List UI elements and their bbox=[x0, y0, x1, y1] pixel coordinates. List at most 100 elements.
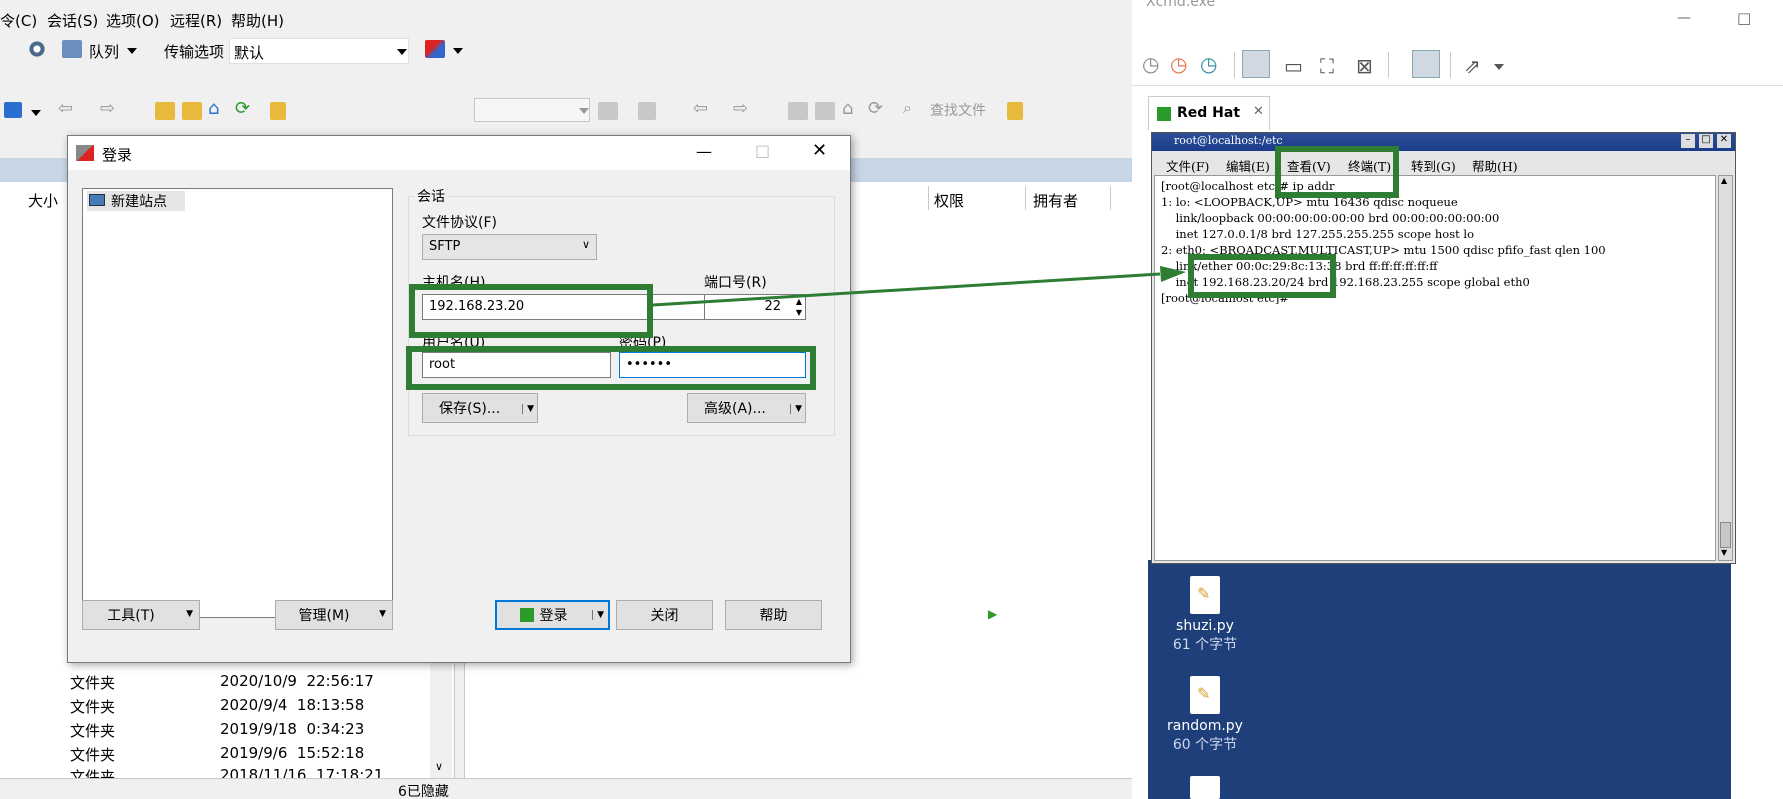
parent-dir-icon[interactable] bbox=[155, 102, 175, 120]
help-button[interactable]: 帮助 bbox=[725, 600, 822, 630]
vm-icon bbox=[1157, 107, 1171, 121]
site-tree-item-new[interactable]: 新建站点 bbox=[87, 191, 185, 211]
owner-column-header[interactable]: 拥有者 bbox=[1033, 190, 1078, 211]
back-icon[interactable]: ⇦ bbox=[58, 98, 73, 119]
table-row[interactable]: 文件夹 2018/11/16 17:18:21 bbox=[0, 766, 430, 778]
menu-help[interactable]: 帮助(H) bbox=[231, 10, 284, 31]
chevron-down-icon[interactable] bbox=[453, 48, 463, 54]
refresh-icon[interactable]: ⟳ bbox=[235, 98, 250, 119]
tree-icon[interactable] bbox=[270, 102, 286, 120]
remote-home-icon[interactable]: ⌂ bbox=[842, 98, 853, 119]
vm-minimize-icon[interactable]: — bbox=[1677, 10, 1691, 26]
remote-tree-icon[interactable] bbox=[1007, 102, 1023, 120]
terminal-menu-file[interactable]: 文件(F) bbox=[1166, 156, 1209, 175]
console-icon[interactable] bbox=[1412, 50, 1440, 78]
snapshot-icon[interactable]: ◷ bbox=[1142, 52, 1159, 76]
terminal-scrollbar[interactable]: ▲ ▼ bbox=[1718, 175, 1733, 561]
save-button[interactable]: 保存(S)... ▼ bbox=[422, 393, 538, 423]
column-divider bbox=[928, 186, 929, 210]
remote-filter-icon[interactable] bbox=[638, 102, 656, 120]
queue-label[interactable]: 队列 bbox=[89, 41, 119, 62]
port-stepper[interactable]: 22 ▲ ▼ bbox=[704, 294, 806, 320]
terminal-menu-help[interactable]: 帮助(H) bbox=[1472, 156, 1518, 175]
stretch-icon[interactable]: ⇗ bbox=[1464, 54, 1481, 78]
queue-dropdown-icon[interactable] bbox=[127, 48, 137, 54]
table-row[interactable]: 文件夹 2020/9/4 18:13:58 bbox=[0, 694, 430, 718]
menu-command[interactable]: 令(C) bbox=[0, 10, 37, 31]
hidden-count: 6已隐藏 bbox=[398, 784, 449, 799]
close-button-label: 关闭 bbox=[650, 608, 679, 624]
find-files-label[interactable]: 查找文件 bbox=[930, 100, 986, 120]
remote-forward-icon[interactable]: ⇨ bbox=[733, 98, 748, 119]
column-divider bbox=[1025, 186, 1026, 210]
menu-session[interactable]: 会话(S) bbox=[47, 10, 98, 31]
sync-browse-icon[interactable] bbox=[425, 40, 445, 58]
file-type: 文件夹 bbox=[70, 768, 116, 778]
forward-icon[interactable]: ⇨ bbox=[100, 98, 115, 119]
manage-snapshot-icon[interactable]: ◷ bbox=[1200, 52, 1217, 76]
spin-arrows-icon[interactable]: ▲ ▼ bbox=[796, 296, 802, 318]
transfer-preset-select[interactable]: 默认 bbox=[229, 38, 409, 64]
terminal-max-icon[interactable]: □ bbox=[1699, 134, 1713, 148]
unity-icon[interactable]: ⊠ bbox=[1356, 54, 1373, 78]
home-icon[interactable]: ⌂ bbox=[208, 98, 219, 119]
scroll-up-icon[interactable]: ▲ bbox=[1721, 176, 1727, 185]
table-row[interactable]: 文件夹 2019/9/18 0:34:23 bbox=[0, 718, 430, 742]
file-date: 2020/10/9 22:56:17 bbox=[220, 672, 374, 690]
vm-maximize-icon[interactable]: □ bbox=[1737, 9, 1751, 27]
remote-refresh-icon[interactable]: ⟳ bbox=[868, 98, 883, 119]
scroll-thumb[interactable] bbox=[1720, 522, 1731, 548]
login-button[interactable]: 登录 ▼ bbox=[495, 600, 610, 630]
python-file-icon: ✎ bbox=[1190, 576, 1220, 614]
computer-icon bbox=[89, 194, 105, 206]
preferences-gear-icon[interactable] bbox=[27, 40, 47, 58]
remote-root-icon[interactable] bbox=[815, 102, 835, 120]
remote-back-icon[interactable]: ⇦ bbox=[693, 98, 708, 119]
scroll-down-icon[interactable]: ∨ bbox=[435, 760, 443, 773]
sidebar-view-icon[interactable] bbox=[1242, 50, 1270, 78]
chevron-down-icon[interactable] bbox=[1494, 64, 1504, 70]
tab-red-hat[interactable]: Red Hat ✕ bbox=[1148, 96, 1270, 130]
tools-button[interactable]: 工具(T) ▼ bbox=[82, 600, 200, 630]
close-button[interactable]: 关闭 bbox=[616, 600, 713, 630]
desktop-file[interactable]: ✎ shuzi.py 61 个字节 bbox=[1155, 576, 1255, 654]
terminal-screen[interactable]: [root@localhost etc]# ip addr 1: lo: <LO… bbox=[1154, 175, 1716, 561]
chevron-down-icon bbox=[397, 49, 407, 55]
filter-icon[interactable] bbox=[4, 102, 22, 118]
table-row[interactable]: 文件夹 2020/10/9 22:56:17 bbox=[0, 670, 430, 694]
chevron-down-icon bbox=[579, 108, 589, 114]
menu-options[interactable]: 选项(O) bbox=[106, 10, 160, 31]
terminal-close-icon[interactable]: ✕ bbox=[1717, 134, 1731, 148]
desktop-file[interactable]: ✎ random.py 60 个字节 bbox=[1155, 676, 1255, 754]
permissions-column-header[interactable]: 权限 bbox=[934, 190, 964, 211]
queue-icon[interactable] bbox=[62, 40, 82, 58]
terminal-menu-goto[interactable]: 转到(G) bbox=[1411, 156, 1456, 175]
chevron-down-icon[interactable] bbox=[31, 110, 41, 116]
remote-path-select[interactable] bbox=[474, 98, 590, 122]
fullscreen-icon[interactable]: ⛶ bbox=[1320, 54, 1334, 78]
vertical-scrollbar[interactable]: ∨ bbox=[430, 660, 452, 778]
settings-file-icon[interactable] bbox=[1190, 776, 1220, 799]
protocol-select[interactable]: SFTP ∨ bbox=[422, 234, 597, 260]
close-icon[interactable]: ✕ bbox=[812, 140, 827, 161]
menu-remote[interactable]: 远程(R) bbox=[170, 10, 222, 31]
table-row[interactable]: 文件夹 2019/9/6 15:52:18 bbox=[0, 742, 430, 766]
open-dir-icon[interactable] bbox=[598, 102, 618, 120]
maximize-icon[interactable]: □ bbox=[755, 141, 770, 160]
terminal-menu-edit[interactable]: 编辑(E) bbox=[1226, 156, 1270, 175]
advanced-button-label: 高级(A)... bbox=[704, 401, 766, 417]
scroll-down-icon[interactable]: ▼ bbox=[1721, 548, 1727, 557]
site-tree-label: 新建站点 bbox=[111, 194, 167, 210]
site-tree[interactable]: 新建站点 bbox=[82, 188, 393, 618]
advanced-button[interactable]: 高级(A)... ▼ bbox=[687, 393, 806, 423]
terminal-min-icon[interactable]: – bbox=[1681, 134, 1695, 148]
remote-parent-icon[interactable] bbox=[788, 102, 808, 120]
thumbnail-view-icon[interactable]: ▭ bbox=[1284, 54, 1303, 78]
minimize-icon[interactable]: — bbox=[696, 142, 712, 161]
revert-snapshot-icon[interactable]: ◷ bbox=[1170, 52, 1187, 76]
tab-close-icon[interactable]: ✕ bbox=[1253, 104, 1264, 119]
manage-button[interactable]: 管理(M) ▼ bbox=[275, 600, 393, 630]
root-dir-icon[interactable] bbox=[182, 102, 202, 120]
find-files-icon[interactable]: ⌕ bbox=[903, 98, 912, 118]
size-column-header[interactable]: 大小 bbox=[28, 190, 58, 211]
